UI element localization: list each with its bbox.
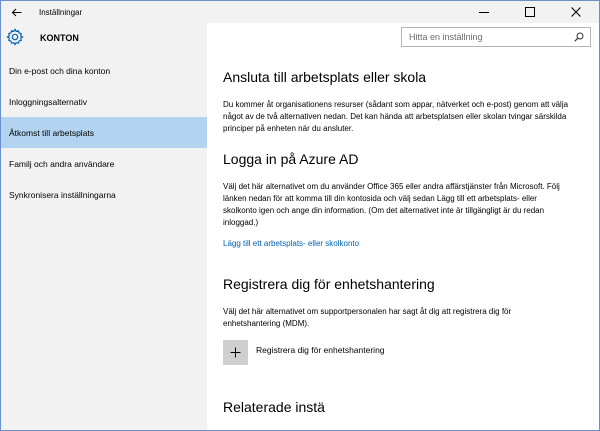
- back-button[interactable]: [1, 1, 31, 23]
- sidebar-item-email-accounts[interactable]: Din e-post och dina konton: [1, 55, 207, 86]
- gear-icon: [6, 28, 24, 46]
- minimize-button[interactable]: [461, 1, 507, 23]
- maximize-icon: [525, 7, 535, 17]
- section-text-mdm: Välj det här alternativet om supportpers…: [223, 307, 512, 328]
- sidebar-item-label: Familj och andra användare: [9, 158, 115, 169]
- window-title: Inställningar: [39, 7, 83, 17]
- section-text-azure-ad: Välj det här alternativet om du använder…: [223, 182, 560, 227]
- minimize-icon: [479, 12, 489, 13]
- maximize-button[interactable]: [507, 1, 553, 23]
- title-bar: Inställningar: [1, 1, 599, 23]
- sidebar-item-label: Synkronisera inställningarna: [9, 189, 116, 200]
- section-heading-azure-ad: Logga in på Azure AD: [223, 151, 359, 167]
- sidebar-item-sync-settings[interactable]: Synkronisera inställningarna: [1, 179, 207, 210]
- search-icon[interactable]: [574, 32, 584, 42]
- section-heading-connect: Ansluta till arbetsplats eller skola: [223, 69, 427, 85]
- sidebar-item-sign-in-options[interactable]: Inloggningsalternativ: [1, 86, 207, 117]
- header: KONTON: [1, 23, 599, 55]
- sidebar-item-label: Din e-post och dina konton: [9, 65, 111, 76]
- close-icon: [571, 7, 581, 17]
- main-content: Ansluta till arbetsplats eller skola Du …: [223, 55, 573, 415]
- window-controls: [461, 1, 599, 23]
- mdm-register-row[interactable]: Registrera dig för enhetshantering: [223, 340, 573, 365]
- mdm-register-button[interactable]: [223, 340, 248, 365]
- sidebar-item-family-users[interactable]: Familj och andra användare: [1, 148, 207, 179]
- close-button[interactable]: [553, 1, 599, 23]
- add-work-account-link[interactable]: Lägg till ett arbetsplats- eller skolkon…: [223, 239, 573, 248]
- plus-icon: [230, 347, 241, 358]
- section-heading-related: Relaterade instä: [223, 399, 325, 415]
- sidebar-item-work-access[interactable]: Åtkomst till arbetsplats: [1, 117, 207, 148]
- back-arrow-icon: [11, 8, 21, 16]
- mdm-register-label: Registrera dig för enhetshantering: [256, 344, 385, 355]
- sidebar-nav: Din e-post och dina konton Inloggningsal…: [1, 55, 207, 210]
- sidebar-item-label: Inloggningsalternativ: [9, 96, 87, 107]
- search-box[interactable]: [401, 27, 591, 47]
- page-title: KONTON: [40, 33, 79, 43]
- search-input[interactable]: [402, 28, 567, 46]
- sidebar-item-label: Åtkomst till arbetsplats: [9, 127, 95, 138]
- section-text-connect: Du kommer åt organisationens resurser (s…: [223, 100, 569, 133]
- section-heading-mdm: Registrera dig för enhetshantering: [223, 276, 435, 292]
- settings-window: Inställningar KONTON Hitta en inställnin…: [0, 0, 600, 431]
